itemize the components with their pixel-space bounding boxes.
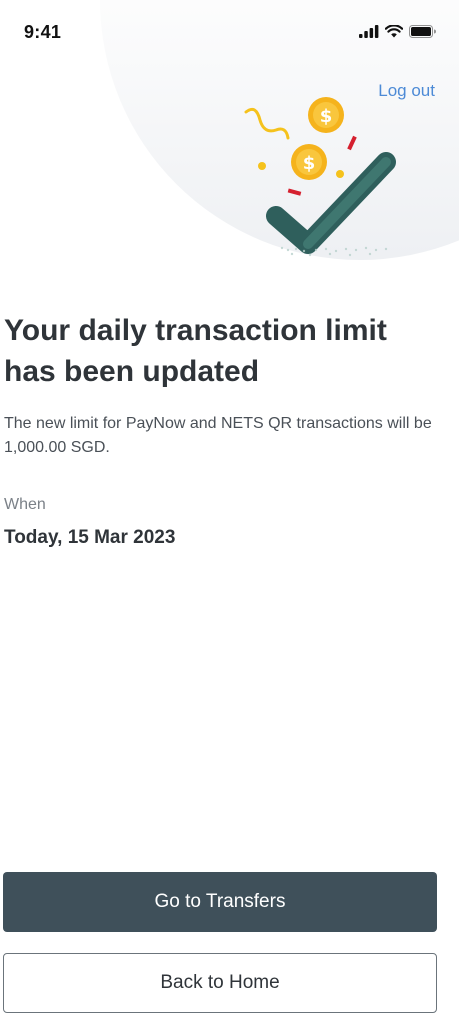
confetti-red-icon (347, 135, 357, 151)
status-icons (359, 25, 437, 38)
success-illustration: $ $ (244, 97, 396, 257)
limit-description: The new limit for PayNow and NETS QR tra… (4, 415, 432, 456)
status-time: 9:41 (24, 22, 62, 42)
page-title: Your daily transaction limit has been up… (4, 314, 387, 388)
back-to-home-button[interactable]: Back to Home (3, 953, 437, 1013)
battery-icon (409, 25, 436, 38)
when-label: When (4, 496, 46, 513)
status-bar: 9:41 (0, 0, 459, 62)
go-to-transfers-label: Go to Transfers (154, 891, 286, 912)
confetti-icon (244, 107, 290, 140)
coin-icon: $ (308, 97, 344, 133)
back-to-home-label: Back to Home (160, 972, 280, 993)
svg-text:$: $ (320, 106, 333, 127)
coin-icon: $ (291, 144, 327, 180)
go-to-transfers-button[interactable]: Go to Transfers (3, 872, 437, 932)
success-check-icon (266, 152, 396, 254)
svg-text:$: $ (303, 153, 316, 174)
when-value: Today, 15 Mar 2023 (4, 527, 176, 548)
confetti-dot-icon (258, 162, 266, 170)
screen: 9:41 Log out $ $ Your daily transaction … (0, 0, 459, 1013)
confetti-dot-icon (336, 170, 344, 178)
wifi-icon (385, 25, 403, 38)
cellular-signal-icon (359, 25, 379, 38)
confetti-red-icon (287, 188, 302, 196)
ground-speckle (280, 246, 388, 257)
